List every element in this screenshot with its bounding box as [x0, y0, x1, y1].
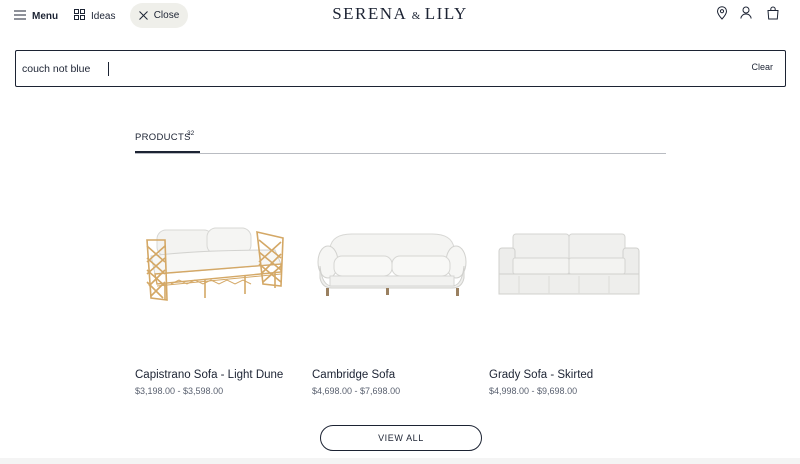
- page-bottom-edge: [0, 458, 800, 464]
- close-label: Close: [153, 10, 180, 21]
- ideas-label: Ideas: [91, 10, 116, 22]
- text-cursor: [108, 62, 109, 76]
- search-input[interactable]: [22, 58, 682, 79]
- clear-search-button[interactable]: Clear: [751, 62, 773, 72]
- tab-products-count: 32: [187, 130, 195, 137]
- product-card[interactable]: Cambridge Sofa $4,698.00 - $7,698.00: [312, 200, 482, 396]
- product-image-capistrano-sofa: [146, 227, 284, 301]
- view-all-label: VIEW ALL: [378, 433, 424, 443]
- product-card[interactable]: Capistrano Sofa - Light Dune $3,198.00 -…: [135, 200, 305, 396]
- product-price: $4,698.00 - $7,698.00: [312, 386, 401, 396]
- user-icon: [740, 6, 752, 24]
- store-locator-button[interactable]: [714, 5, 730, 25]
- menu-label: Menu: [32, 10, 59, 22]
- site-header: Menu Ideas Close SERENA & LILY: [0, 0, 800, 32]
- product-name[interactable]: Grady Sofa - Skirted: [489, 369, 593, 381]
- results-tabs: PRODUCTS 32: [135, 128, 666, 154]
- product-image-cambridge-sofa: [317, 233, 467, 296]
- logo-ampersand: &: [411, 10, 421, 22]
- site-logo[interactable]: SERENA & LILY: [320, 4, 480, 26]
- logo-text-lily: LILY: [424, 4, 468, 23]
- tab-products-label: PRODUCTS: [135, 132, 191, 143]
- location-pin-icon: [716, 5, 728, 25]
- close-search-button[interactable]: Close: [130, 3, 188, 28]
- search-bar: Clear: [15, 50, 786, 87]
- tab-products[interactable]: PRODUCTS 32: [135, 128, 200, 153]
- shopping-bag-icon: [767, 6, 779, 25]
- close-icon: [138, 7, 148, 25]
- product-price: $4,998.00 - $9,698.00: [489, 386, 578, 396]
- view-all-button[interactable]: VIEW ALL: [320, 425, 482, 451]
- cart-button[interactable]: [765, 6, 781, 25]
- menu-button[interactable]: Menu: [14, 7, 58, 25]
- logo-text-serena: SERENA: [332, 4, 408, 23]
- product-image-grady-sofa-skirted: [498, 233, 640, 295]
- product-price: $3,198.00 - $3,598.00: [135, 386, 224, 396]
- grid-icon: [74, 7, 85, 25]
- account-button[interactable]: [738, 6, 754, 24]
- hamburger-icon: [14, 7, 26, 25]
- product-name[interactable]: Capistrano Sofa - Light Dune: [135, 369, 283, 381]
- ideas-button[interactable]: Ideas: [74, 7, 115, 25]
- product-name[interactable]: Cambridge Sofa: [312, 369, 395, 381]
- product-card[interactable]: Grady Sofa - Skirted $4,998.00 - $9,698.…: [489, 200, 659, 396]
